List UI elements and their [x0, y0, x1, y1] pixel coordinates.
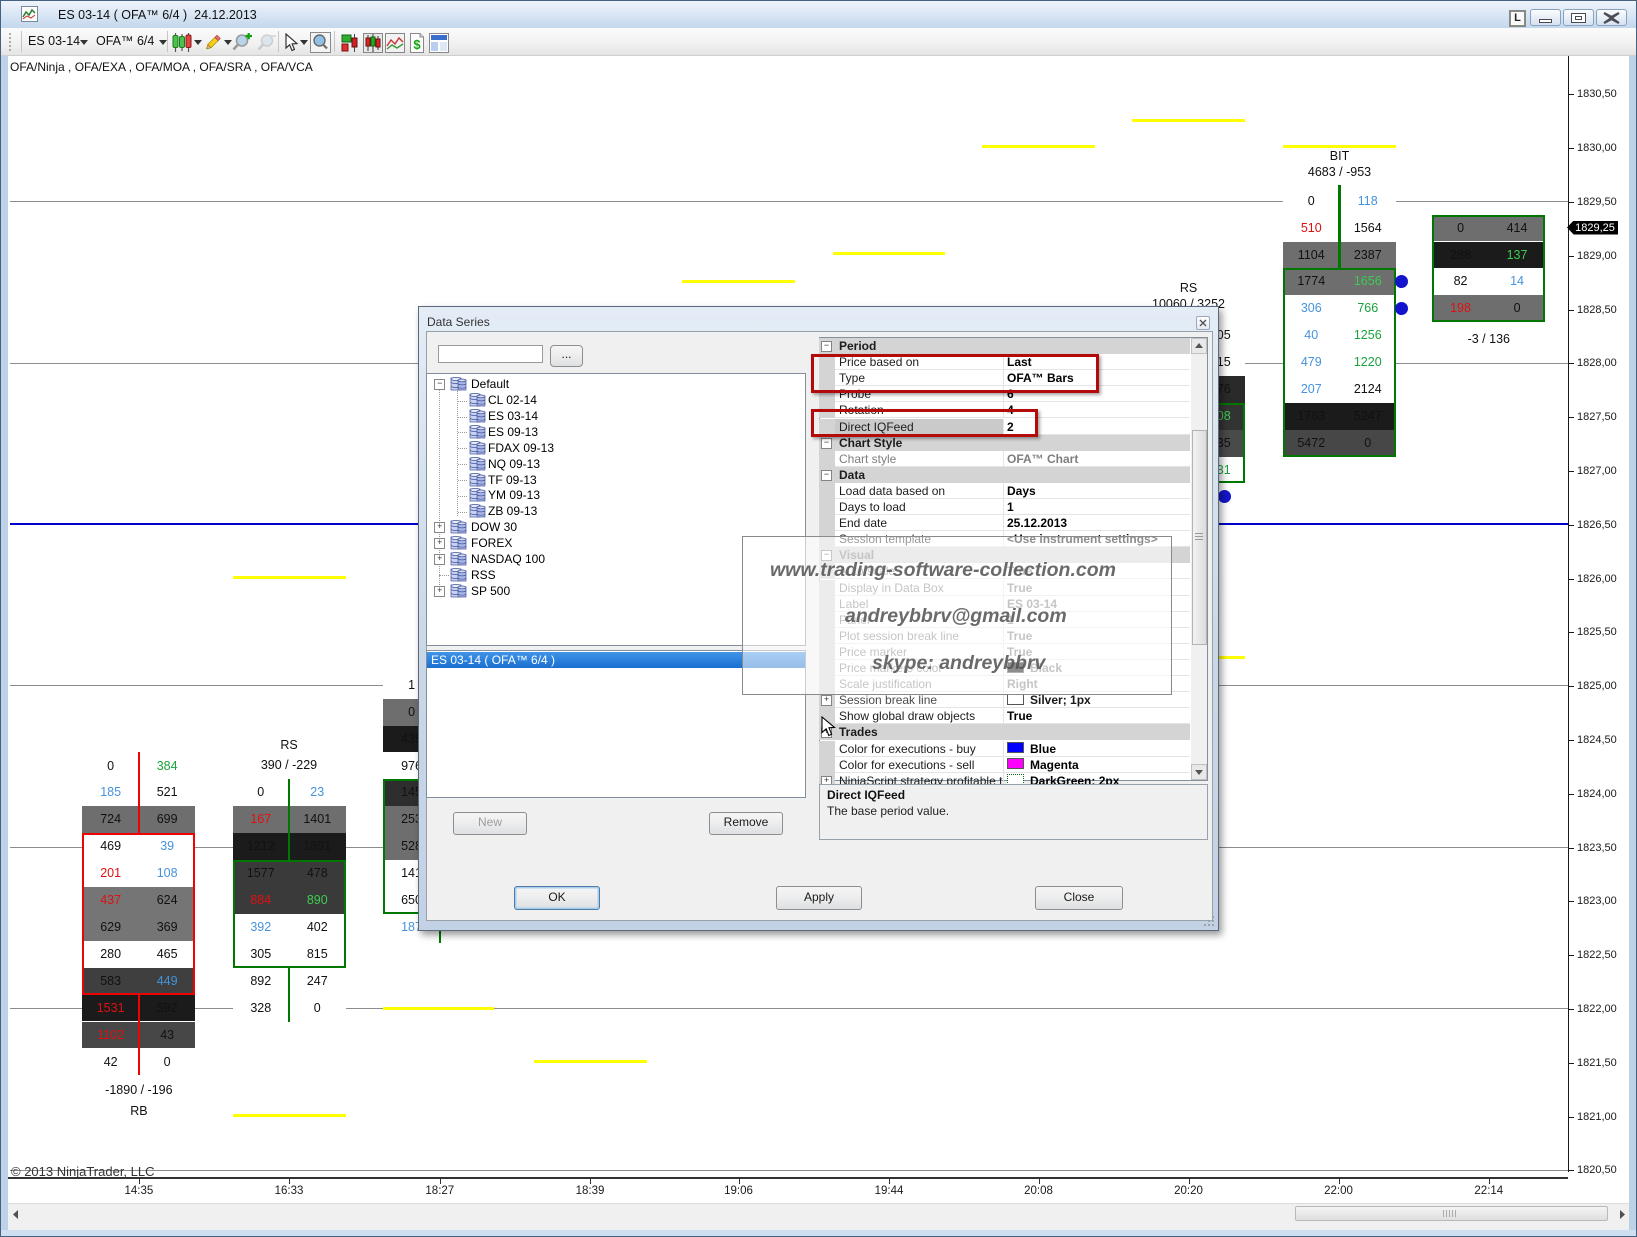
- svg-text:$: $: [413, 37, 421, 52]
